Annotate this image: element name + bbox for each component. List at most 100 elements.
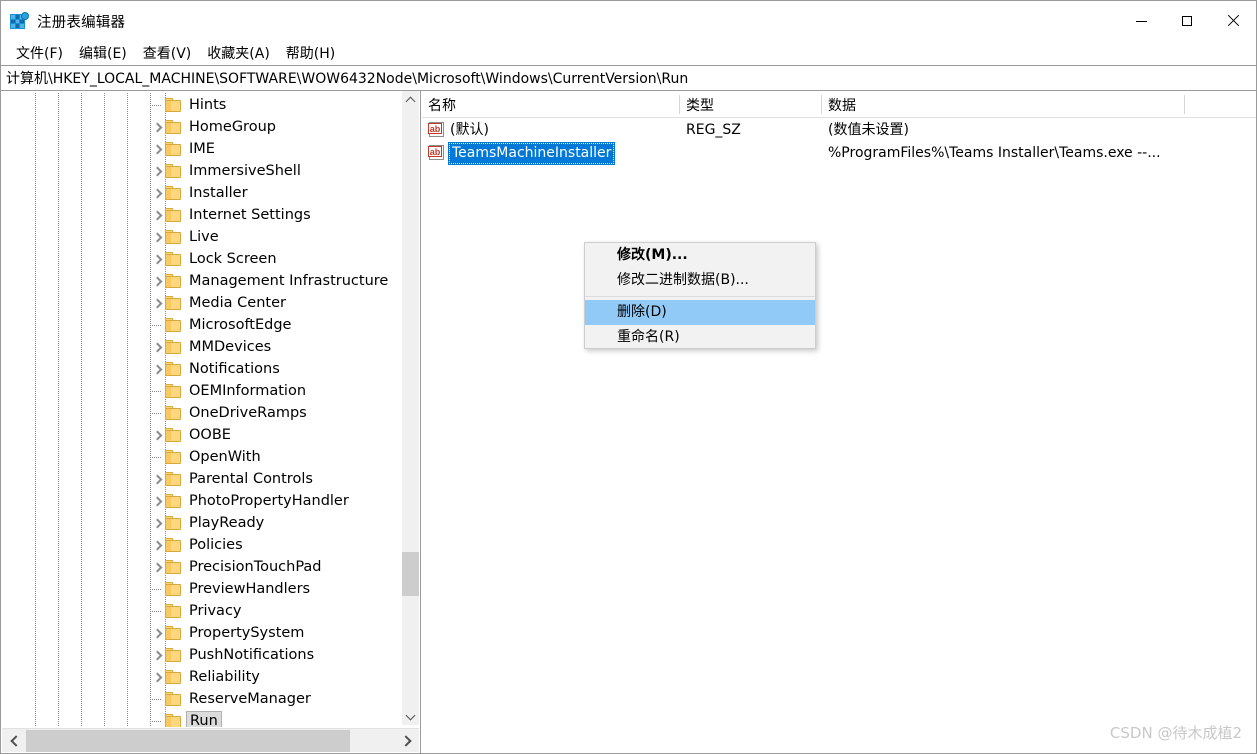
tree-horizontal-scrollbar[interactable] (2, 728, 419, 752)
expand-arrow-icon[interactable] (150, 644, 166, 666)
expand-arrow-icon[interactable] (150, 248, 166, 270)
tree-item-label: PrecisionTouchPad (189, 559, 322, 575)
tree-vscroll-thumb[interactable] (402, 552, 419, 596)
tree-item-run[interactable]: Run (1, 710, 394, 727)
tree-item-pushnotifications[interactable]: PushNotifications (1, 644, 394, 666)
tree-item-label: Notifications (189, 361, 280, 377)
tree-item-immersiveshell[interactable]: ImmersiveShell (1, 160, 394, 182)
tree-item-propertysystem[interactable]: PropertySystem (1, 622, 394, 644)
tree-item-label: PropertySystem (189, 625, 305, 641)
cell-data: %ProgramFiles%\Teams Installer\Teams.exe… (828, 145, 1161, 161)
context-menu-item-modify[interactable]: 修改(M)... (585, 243, 815, 268)
scroll-up-button[interactable] (402, 91, 419, 108)
tree-item-live[interactable]: Live (1, 226, 394, 248)
chevron-right-icon (152, 474, 162, 484)
chevron-right-icon (152, 122, 162, 132)
expand-arrow-icon[interactable] (150, 556, 166, 578)
expand-arrow-icon[interactable] (150, 534, 166, 556)
context-menu-item-rename[interactable]: 重命名(R) (585, 325, 815, 350)
tree-item-playready[interactable]: PlayReady (1, 512, 394, 534)
tree-item-oobe[interactable]: OOBE (1, 424, 394, 446)
tree-item-reservemanager[interactable]: ReserveManager (1, 688, 394, 710)
tree-item-mmdevices[interactable]: MMDevices (1, 336, 394, 358)
expand-arrow-icon[interactable] (150, 358, 166, 380)
tree-item-homegroup[interactable]: HomeGroup (1, 116, 394, 138)
expand-arrow-icon[interactable] (150, 138, 166, 160)
tree-item-ime[interactable]: IME (1, 138, 394, 160)
tree-item-reliability[interactable]: Reliability (1, 666, 394, 688)
expand-arrow-icon[interactable] (150, 226, 166, 248)
chevron-left-icon (9, 735, 22, 747)
tree-hscroll-thumb[interactable] (26, 730, 350, 752)
expand-arrow-icon[interactable] (150, 182, 166, 204)
column-header-data[interactable]: 数据 (822, 91, 1184, 118)
tree-item-media-center[interactable]: Media Center (1, 292, 394, 314)
menu-help[interactable]: 帮助(H) (278, 41, 343, 65)
expand-arrow-icon[interactable] (150, 292, 166, 314)
tree-item-policies[interactable]: Policies (1, 534, 394, 556)
tree-item-microsoftedge[interactable]: MicrosoftEdge (1, 314, 394, 336)
expand-arrow-icon[interactable] (150, 160, 166, 182)
chevron-down-icon (405, 710, 416, 720)
tree-item-previewhandlers[interactable]: PreviewHandlers (1, 578, 394, 600)
folder-icon (165, 648, 182, 662)
tree-item-installer[interactable]: Installer (1, 182, 394, 204)
scroll-right-button[interactable] (395, 729, 419, 753)
context-menu-item-modify-binary[interactable]: 修改二进制数据(B)... (585, 268, 815, 293)
menu-view[interactable]: 查看(V) (135, 41, 200, 65)
folder-icon (165, 494, 182, 508)
expand-arrow-icon[interactable] (150, 622, 166, 644)
tree-item-onedriveramps[interactable]: OneDriveRamps (1, 402, 394, 424)
tree-item-notifications[interactable]: Notifications (1, 358, 394, 380)
scroll-left-button[interactable] (2, 729, 26, 753)
title-bar: 注册表编辑器 (1, 1, 1256, 41)
tree-item-oeminformation[interactable]: OEMInformation (1, 380, 394, 402)
minimize-button[interactable] (1118, 1, 1164, 41)
menu-file[interactable]: 文件(F) (8, 41, 71, 65)
expand-arrow-icon[interactable] (150, 424, 166, 446)
context-menu-item-delete[interactable]: 删除(D) (585, 300, 815, 325)
menu-favorites[interactable]: 收藏夹(A) (199, 41, 278, 65)
tree-item-label: Media Center (189, 295, 286, 311)
expand-arrow-icon[interactable] (150, 512, 166, 534)
address-bar[interactable]: 计算机\HKEY_LOCAL_MACHINE\SOFTWARE\WOW6432N… (1, 65, 1256, 91)
tree-item-photopropertyhandler[interactable]: PhotoPropertyHandler (1, 490, 394, 512)
folder-icon (165, 692, 182, 706)
expand-arrow-icon[interactable] (150, 116, 166, 138)
tree-connector-line (152, 589, 162, 590)
column-header-type[interactable]: 类型 (680, 91, 821, 118)
maximize-button[interactable] (1164, 1, 1210, 41)
tree-viewport[interactable]: Hints HomeGroup IME ImmersiveShell Installer… (1, 93, 394, 727)
cell-name[interactable]: TeamsMachineInstaller (448, 142, 616, 165)
folder-icon (165, 604, 182, 618)
expand-arrow-icon[interactable] (150, 666, 166, 688)
table-row[interactable]: ab (默认) REG_SZ (数值未设置) (422, 119, 1256, 142)
chevron-right-icon (152, 276, 162, 286)
expand-arrow-icon[interactable] (150, 270, 166, 292)
expand-arrow-icon[interactable] (150, 468, 166, 490)
tree-connector-line (152, 391, 162, 392)
table-row[interactable]: ab TeamsMachineInstaller %ProgramFiles%\… (422, 142, 1256, 165)
expand-arrow-icon[interactable] (150, 204, 166, 226)
expand-arrow-icon[interactable] (150, 490, 166, 512)
tree-item-label: Lock Screen (189, 251, 277, 267)
chevron-right-icon (152, 672, 162, 682)
close-button[interactable] (1210, 1, 1256, 41)
tree-item-label: Run (186, 711, 222, 727)
column-divider-3[interactable] (1184, 95, 1185, 114)
scroll-down-button[interactable] (402, 708, 419, 725)
tree-item-openwith[interactable]: OpenWith (1, 446, 394, 468)
tree-vertical-scrollbar[interactable] (402, 91, 419, 725)
tree-item-internet-settings[interactable]: Internet Settings (1, 204, 394, 226)
tree-item-precisiontouchpad[interactable]: PrecisionTouchPad (1, 556, 394, 578)
expand-arrow-icon[interactable] (150, 336, 166, 358)
column-header-name[interactable]: 名称 (422, 91, 679, 118)
menu-edit[interactable]: 编辑(E) (71, 41, 135, 65)
watermark: CSDN @待木成植2 (1109, 724, 1242, 742)
tree-item-privacy[interactable]: Privacy (1, 600, 394, 622)
folder-icon (165, 626, 182, 640)
tree-item-hints[interactable]: Hints (1, 94, 394, 116)
tree-item-parental-controls[interactable]: Parental Controls (1, 468, 394, 490)
tree-item-management-infrastructure[interactable]: Management Infrastructure (1, 270, 394, 292)
tree-item-lock-screen[interactable]: Lock Screen (1, 248, 394, 270)
